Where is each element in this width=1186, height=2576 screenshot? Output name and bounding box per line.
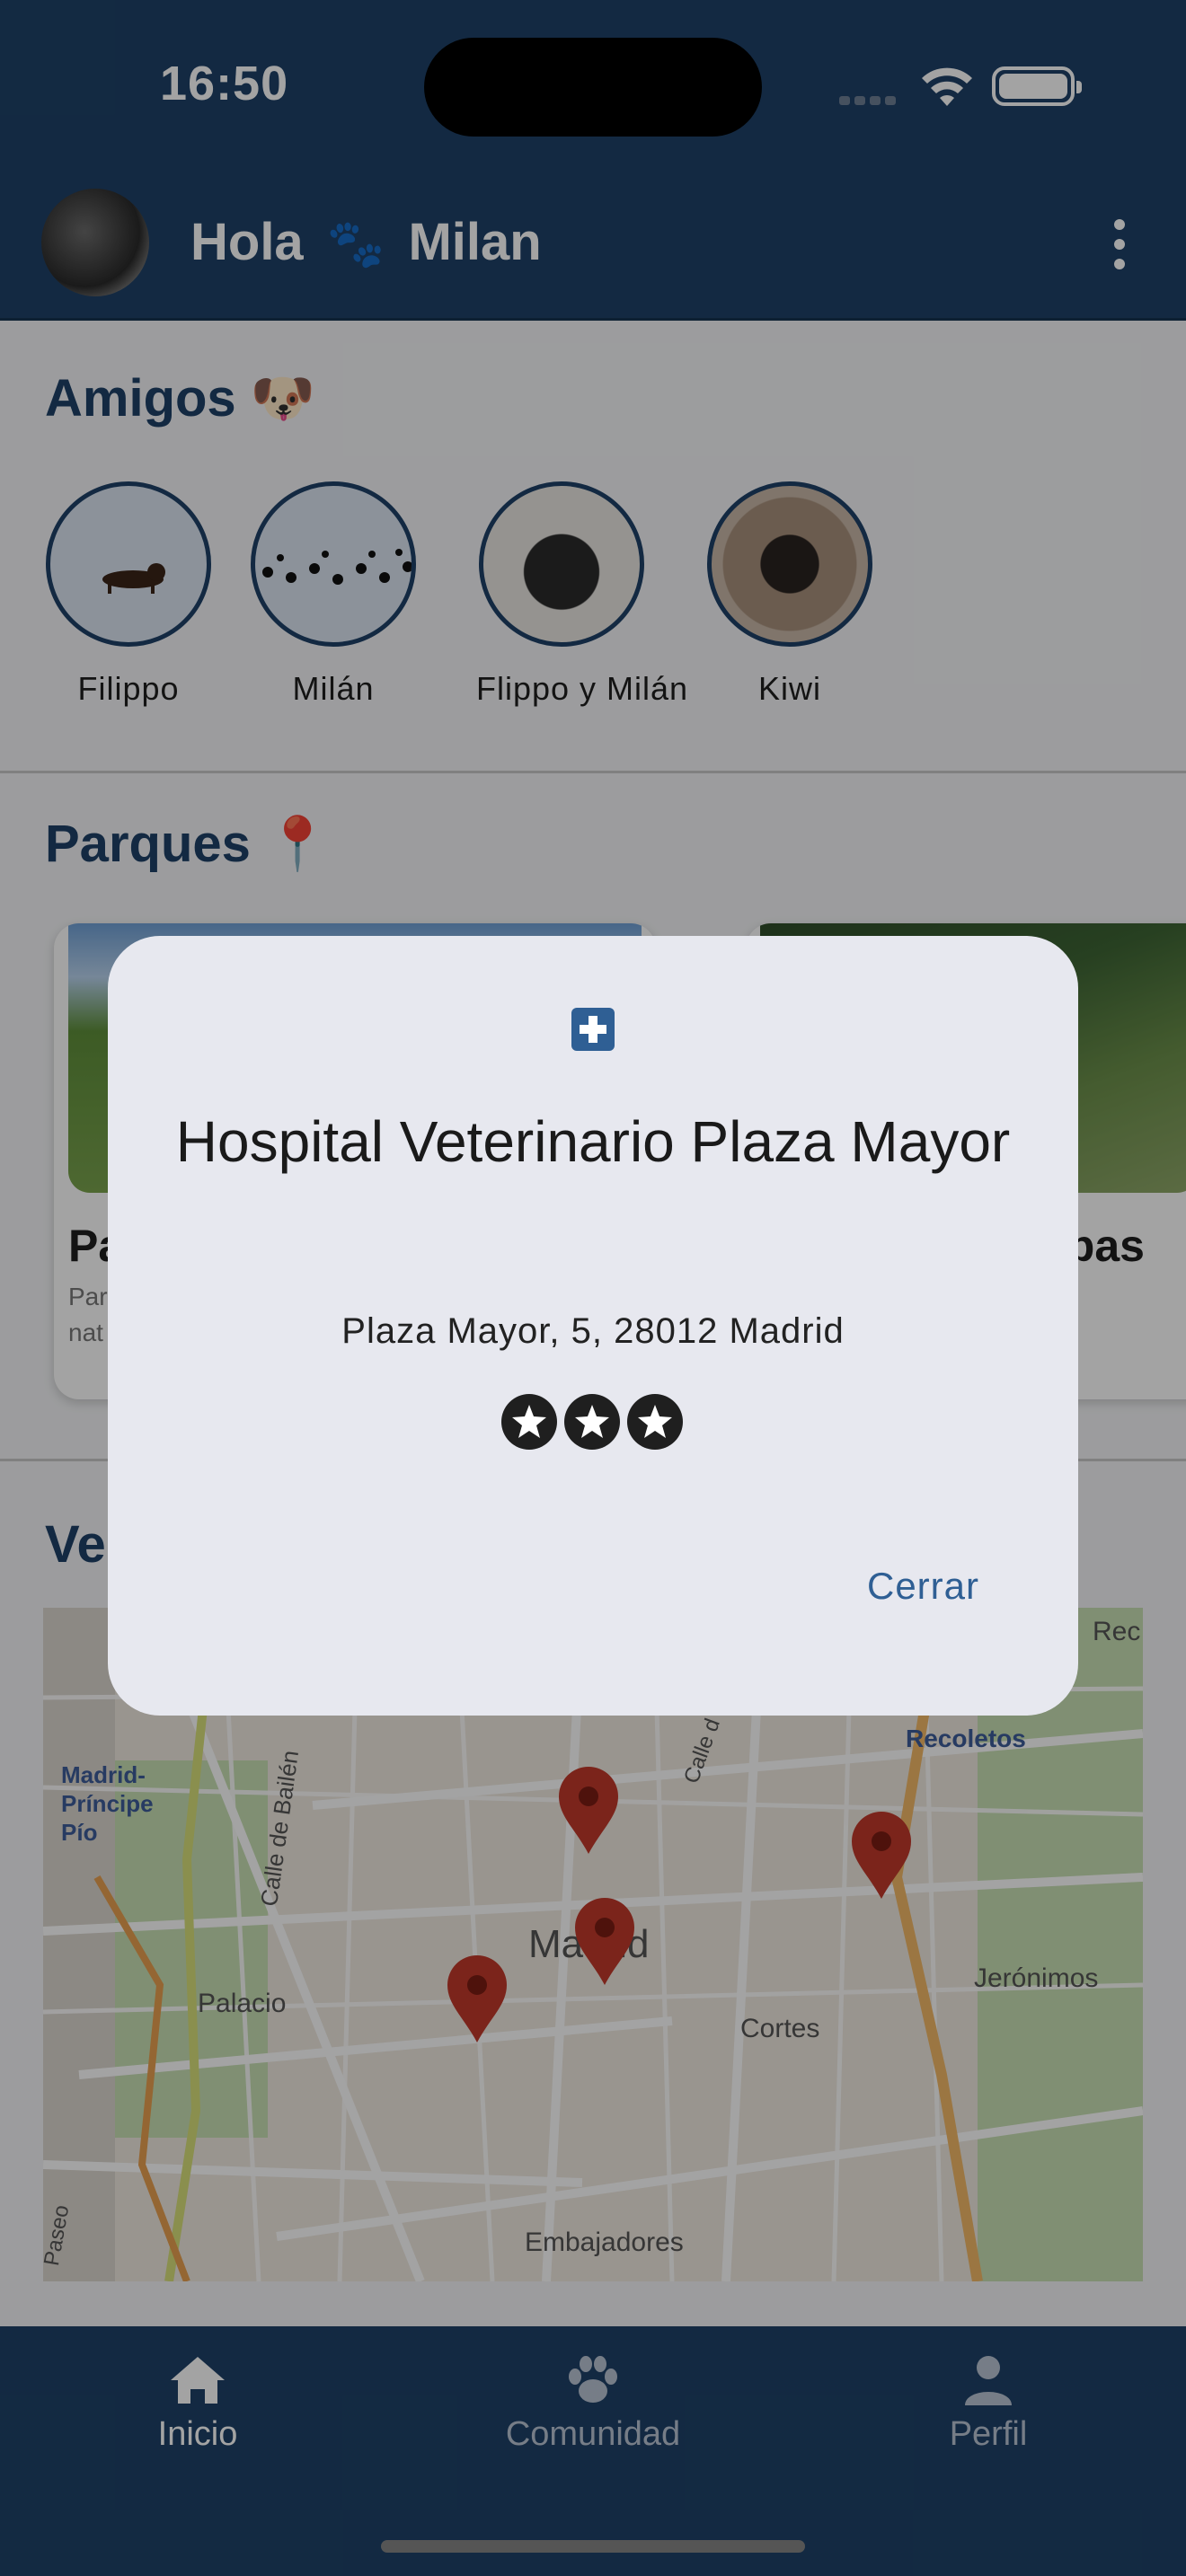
star-icon: [564, 1394, 620, 1450]
dialog-title: Hospital Veterinario Plaza Mayor: [175, 1109, 1011, 1174]
close-button[interactable]: Cerrar: [867, 1565, 979, 1608]
dialog-address: Plaza Mayor, 5, 28012 Madrid: [341, 1311, 845, 1351]
star-icon: [627, 1394, 683, 1450]
star-icon: [501, 1394, 557, 1450]
rating-stars: [501, 1394, 686, 1450]
vet-details-dialog: Hospital Veterinario Plaza Mayor Plaza M…: [108, 936, 1078, 1716]
hospital-cross-icon: [571, 1008, 615, 1051]
home-indicator[interactable]: [381, 2540, 805, 2553]
